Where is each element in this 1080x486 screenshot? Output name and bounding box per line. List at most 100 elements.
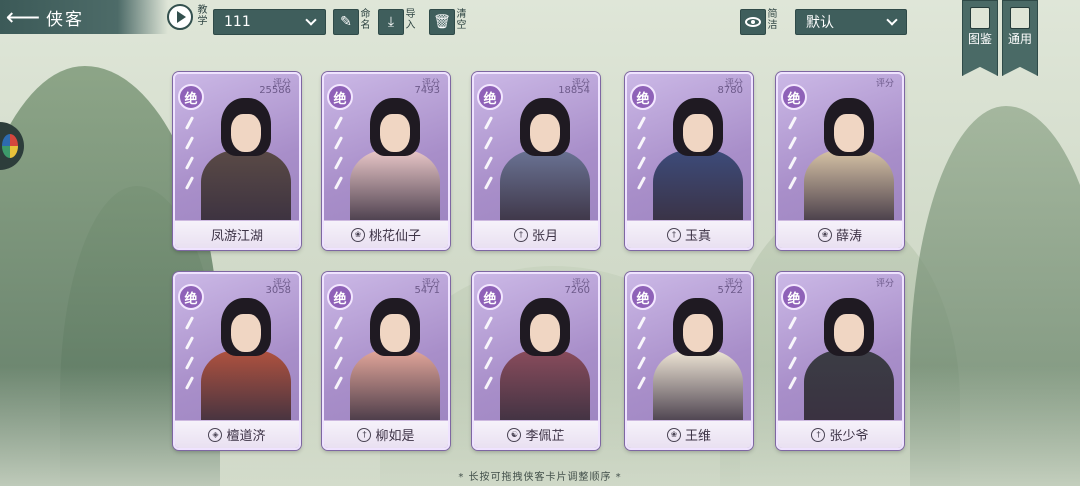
hero-card[interactable]: 绝 评分 † 张少爷 [776, 272, 904, 450]
star-stroke-icons [332, 314, 346, 390]
score-value: 5722 [717, 285, 743, 296]
hero-portrait [798, 292, 896, 430]
hero-card[interactable]: 绝 评分 25586 凤游江湖 [173, 72, 301, 250]
rank-badge: 绝 [178, 84, 204, 110]
star-stroke-icons [183, 114, 197, 190]
star-stroke-icons [786, 114, 800, 190]
sword-icon: † [811, 427, 826, 442]
hero-portrait [494, 292, 592, 430]
hero-name: 桃花仙子 [368, 229, 421, 244]
score-value: 7493 [414, 85, 440, 96]
eye-icon [745, 17, 761, 27]
hero-name: 王维 [684, 429, 711, 444]
simple-mode-label: 简洁 [767, 9, 778, 31]
hero-name: 李佩芷 [525, 429, 565, 444]
chevron-down-icon [305, 14, 317, 26]
star-stroke-icons [482, 314, 496, 390]
preset-select[interactable]: 111 [213, 9, 326, 35]
hero-card[interactable]: 绝 评分 18854 † 张月 [472, 72, 600, 250]
sort-select[interactable]: 默认 [795, 9, 907, 35]
hero-portrait [494, 92, 592, 230]
chevron-down-icon [886, 14, 898, 26]
hero-portrait [798, 92, 896, 230]
trash-icon: 🗑 [433, 14, 451, 30]
rank-badge: 绝 [781, 284, 807, 310]
title-bar: ⟵ 侠客 [0, 0, 168, 34]
lotus-icon: ❀ [666, 427, 681, 442]
import-label: 导入 [405, 9, 416, 31]
codex-button[interactable]: 图鉴 [962, 0, 998, 76]
rank-badge: 绝 [327, 284, 353, 310]
name-plate: † 柳如是 [324, 420, 448, 448]
score-label: 评分 [875, 279, 894, 289]
rename-label: 命名 [360, 9, 371, 31]
star-stroke-icons [635, 114, 649, 190]
hero-portrait [647, 292, 745, 430]
import-icon: ⤓ [387, 14, 395, 30]
hero-name: 柳如是 [375, 429, 415, 444]
clear-label: 清空 [456, 9, 467, 31]
sword-icon: † [666, 227, 681, 242]
rank-badge: 绝 [630, 284, 656, 310]
rank-badge: 绝 [477, 84, 503, 110]
lotus-icon: ❀ [817, 227, 832, 242]
score-label: 评分 [875, 79, 894, 89]
score-value: 8780 [717, 85, 743, 96]
name-plate: ❀ 王维 [627, 420, 751, 448]
star-stroke-icons [332, 114, 346, 190]
rename-button[interactable]: ✎ [333, 9, 359, 35]
general-button[interactable]: 通用 [1002, 0, 1038, 76]
name-plate: † 张少爷 [778, 420, 902, 448]
hero-card[interactable]: 绝 评分 8780 † 玉真 [625, 72, 753, 250]
page-title: 侠客 [46, 9, 84, 30]
score-value: 18854 [558, 85, 590, 96]
codex-label: 图鉴 [967, 32, 992, 46]
sword-icon: † [357, 427, 372, 442]
score-value: 25586 [259, 85, 291, 96]
hero-card[interactable]: 绝 评分 7260 ☯ 李佩芷 [472, 272, 600, 450]
back-arrow-icon[interactable]: ⟵ [0, 0, 46, 34]
tutorial-label: 教学 [197, 5, 208, 27]
star-stroke-icons [482, 114, 496, 190]
hero-card[interactable]: 绝 评分 7493 ❀ 桃花仙子 [322, 72, 450, 250]
name-plate: 凤游江湖 [175, 220, 299, 248]
lotus-icon: ❀ [350, 227, 365, 242]
top-bar: ⟵ 侠客 教学 111 ✎ 命名 ⤓ 导入 🗑 清空 简洁 默认 图鉴 通用 [0, 0, 1080, 76]
score-value: 3058 [265, 285, 291, 296]
sort-value: 默认 [806, 15, 834, 31]
play-icon [177, 11, 186, 23]
name-plate: ❀ 桃花仙子 [324, 220, 448, 248]
score-value: 5471 [414, 285, 440, 296]
name-plate: † 玉真 [627, 220, 751, 248]
rank-badge: 绝 [327, 84, 353, 110]
hero-name: 薛涛 [835, 229, 862, 244]
rank-badge: 绝 [178, 284, 204, 310]
hero-name: 玉真 [684, 229, 711, 244]
general-label: 通用 [1007, 32, 1032, 46]
hero-card[interactable]: 绝 评分 ❀ 薛涛 [776, 72, 904, 250]
tutorial-button[interactable] [167, 4, 193, 30]
scroll-icon [1010, 7, 1030, 29]
drag-hint: * 长按可拖拽侠客卡片调整顺序 * [458, 472, 622, 483]
shield-icon: ◈ [208, 427, 223, 442]
name-plate: ❀ 薛涛 [778, 220, 902, 248]
hero-card[interactable]: 绝 评分 5471 † 柳如是 [322, 272, 450, 450]
star-stroke-icons [635, 314, 649, 390]
hero-name: 张少爷 [829, 429, 869, 444]
hero-name: 凤游江湖 [210, 229, 263, 244]
star-stroke-icons [183, 314, 197, 390]
name-plate: ☯ 李佩芷 [474, 420, 598, 448]
sword-icon: † [513, 227, 528, 242]
hero-name: 张月 [531, 229, 558, 244]
clear-button[interactable]: 🗑 [429, 9, 455, 35]
hero-card[interactable]: 绝 评分 5722 ❀ 王维 [625, 272, 753, 450]
hero-portrait [195, 292, 293, 430]
brush-icon: ✎ [340, 14, 352, 30]
star-stroke-icons [786, 314, 800, 390]
rank-badge: 绝 [781, 84, 807, 110]
import-button[interactable]: ⤓ [378, 9, 404, 35]
hero-portrait [344, 92, 442, 230]
hero-card[interactable]: 绝 评分 3058 ◈ 檀道济 [173, 272, 301, 450]
name-plate: † 张月 [474, 220, 598, 248]
simple-mode-toggle[interactable] [740, 9, 766, 35]
